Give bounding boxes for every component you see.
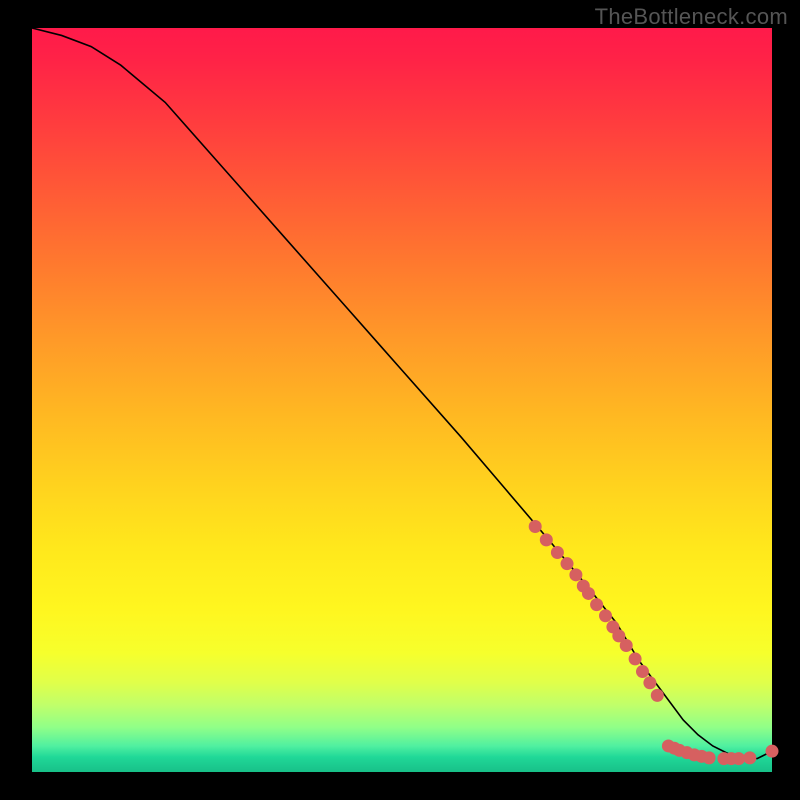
data-marker [540,533,553,546]
chart-plot-area [32,28,772,772]
data-marker [620,639,633,652]
data-marker [732,752,745,765]
data-marker [743,751,756,764]
data-marker [636,665,649,678]
data-marker [766,745,779,758]
bottleneck-curve [32,28,772,759]
data-marker [703,751,716,764]
data-marker [590,598,603,611]
watermark-text: TheBottleneck.com [595,4,788,30]
data-markers-group [529,520,779,765]
data-marker [599,609,612,622]
data-marker [551,546,564,559]
data-marker [529,520,542,533]
data-marker [569,568,582,581]
data-marker [643,676,656,689]
data-marker [582,587,595,600]
chart-svg [32,28,772,772]
data-marker [629,652,642,665]
data-marker [651,689,664,702]
data-marker [561,557,574,570]
